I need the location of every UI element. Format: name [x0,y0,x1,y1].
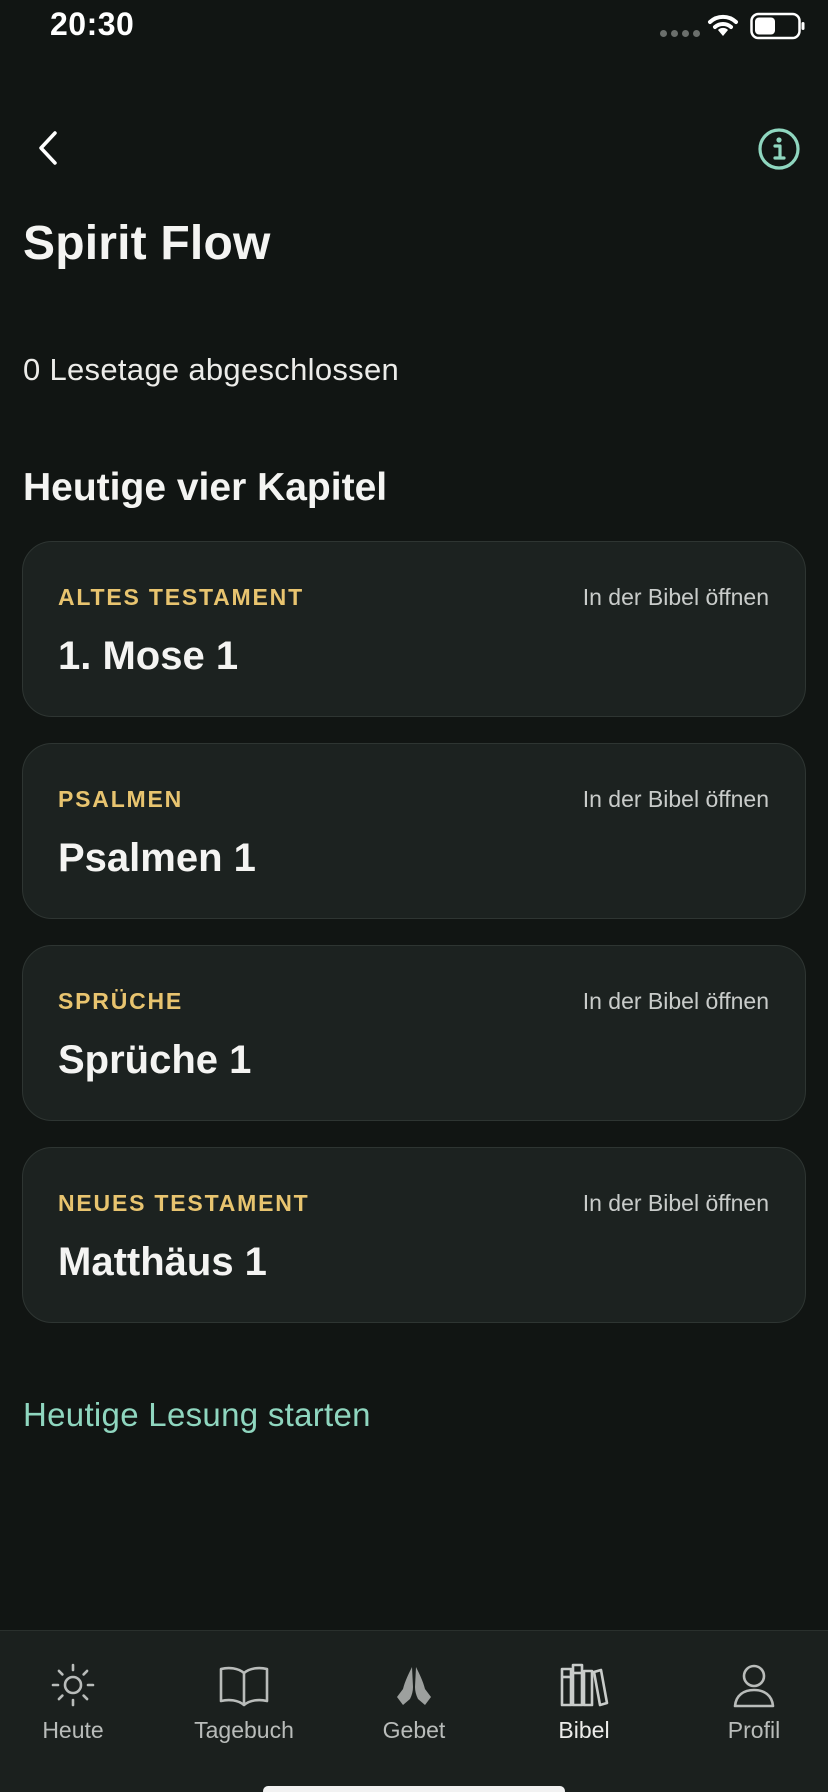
card-category: ALTES TESTAMENT [58,584,304,610]
books-icon [560,1663,609,1707]
back-button[interactable] [28,124,68,172]
tab-label: Tagebuch [194,1717,294,1743]
card-chapter: Matthäus 1 [58,1240,267,1284]
home-indicator[interactable] [263,1786,565,1792]
sun-icon [51,1663,95,1707]
tab-label: Gebet [382,1717,446,1743]
tab-label: Bibel [558,1717,610,1743]
status-bar: 20:30 [0,0,828,56]
chapter-card-psalms[interactable]: PSALMEN In der Bibel öffnen Psalmen 1 [22,743,806,919]
open-in-bible-link[interactable]: In der Bibel öffnen [583,786,769,813]
chapter-card-old-testament[interactable]: ALTES TESTAMENT In der Bibel öffnen 1. M… [22,541,806,717]
card-category: PSALMEN [58,786,184,812]
book-open-icon [219,1666,269,1707]
status-time: 20:30 [50,6,135,42]
open-in-bible-link[interactable]: In der Bibel öffnen [583,1190,769,1217]
chapter-card-new-testament[interactable]: NEUES TESTAMENT In der Bibel öffnen Matt… [22,1147,806,1323]
tab-label: Profil [727,1717,781,1743]
cellular-signal-icon [660,30,700,37]
info-circle-icon [758,128,800,170]
card-chapter: Psalmen 1 [58,836,256,880]
tab-tagebuch[interactable]: Tagebuch [169,1661,319,1744]
wifi-icon [708,14,738,36]
card-chapter: Sprüche 1 [58,1038,252,1082]
tab-profil[interactable]: Profil [679,1661,828,1744]
chevron-left-icon [39,131,57,165]
battery-icon [750,12,805,40]
tab-label: Heute [42,1717,104,1743]
screen: 20:30 Spirit Flow 0 Lesetage abgeschloss… [0,0,828,1792]
card-chapter: 1. Mose 1 [58,634,239,678]
tab-bar: Heute Tagebuch Gebet Bibel Profil [0,1630,828,1792]
section-heading: Heutige vier Kapitel [23,466,388,509]
open-in-bible-link[interactable]: In der Bibel öffnen [583,584,769,611]
person-icon [733,1664,775,1708]
reading-days-progress: 0 Lesetage abgeschlossen [23,352,400,387]
tab-heute[interactable]: Heute [0,1661,148,1744]
tab-gebet[interactable]: Gebet [339,1661,489,1744]
page-title: Spirit Flow [23,217,271,270]
open-in-bible-link[interactable]: In der Bibel öffnen [583,988,769,1015]
praying-hands-icon [397,1667,431,1705]
info-button[interactable] [756,126,802,172]
start-todays-reading-button[interactable]: Heutige Lesung starten [23,1396,371,1434]
tab-bibel[interactable]: Bibel [509,1661,659,1744]
card-category: NEUES TESTAMENT [58,1190,310,1216]
card-category: SPRÜCHE [58,988,184,1014]
chapter-card-proverbs[interactable]: SPRÜCHE In der Bibel öffnen Sprüche 1 [22,945,806,1121]
